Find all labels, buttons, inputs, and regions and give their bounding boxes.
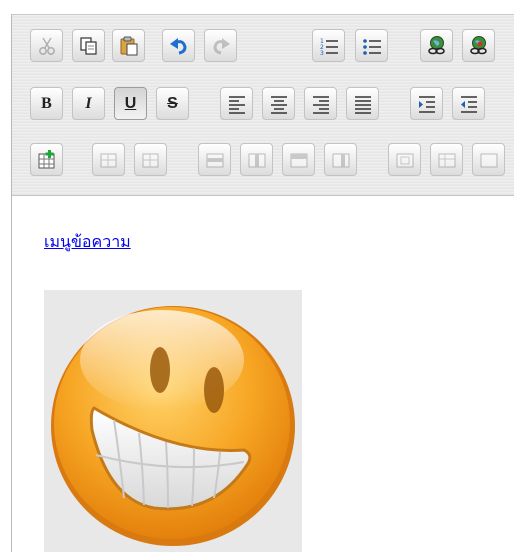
undo-button[interactable] [162, 29, 195, 62]
underline-button[interactable]: U [114, 87, 147, 120]
table-grid-icon [206, 153, 223, 167]
split-cell-button[interactable] [388, 143, 421, 176]
bold-icon: B [41, 94, 52, 112]
paste-button[interactable] [112, 29, 145, 62]
align-left-icon [228, 95, 245, 114]
cut-button[interactable] [30, 29, 63, 62]
align-justify-button[interactable] [346, 87, 379, 120]
table-merge-icon [332, 153, 349, 167]
align-right-button[interactable] [304, 87, 337, 120]
table-row-insert-icon [100, 153, 116, 167]
smiley-image[interactable] [44, 290, 302, 552]
ordered-list-icon: 1 2 3 [320, 38, 338, 57]
unlink-button[interactable] [462, 29, 495, 62]
align-right-icon [312, 95, 329, 114]
insert-row-before-button[interactable] [92, 143, 125, 176]
align-left-button[interactable] [220, 87, 253, 120]
table-cell-icon [396, 153, 413, 167]
align-center-button[interactable] [262, 87, 295, 120]
merge-cells-button[interactable] [324, 143, 357, 176]
undo-icon [169, 37, 187, 54]
scissors-icon [38, 37, 55, 55]
align-justify-icon [354, 95, 371, 114]
indent-button[interactable] [410, 87, 443, 120]
insert-column-button[interactable] [240, 143, 273, 176]
bold-button[interactable]: B [30, 87, 63, 120]
menu-text-link[interactable]: เมนูข้อความ [44, 230, 131, 255]
globe-link-icon [427, 35, 445, 54]
ordered-list-button[interactable]: 1 2 3 [312, 29, 345, 62]
italic-button[interactable]: I [72, 87, 105, 120]
unordered-list-button[interactable] [355, 29, 388, 62]
strikethrough-icon: S [167, 94, 178, 112]
redo-button[interactable] [204, 29, 237, 62]
delete-column-button[interactable] [282, 143, 315, 176]
table-row-highlight-icon [290, 153, 307, 167]
copy-icon [79, 36, 97, 55]
outdent-icon [460, 95, 477, 113]
underline-icon: U [124, 94, 137, 112]
table-row-append-icon [142, 153, 158, 167]
unordered-list-icon [362, 38, 381, 55]
indent-icon [418, 95, 435, 113]
table-row-props-icon [480, 153, 497, 167]
table-column-icon [248, 153, 265, 167]
insert-row-after-button[interactable] [134, 143, 167, 176]
cell-properties-button[interactable] [430, 143, 463, 176]
italic-icon: I [85, 94, 92, 112]
strikethrough-button[interactable]: S [156, 87, 189, 120]
table-add-icon [38, 149, 54, 168]
grinning-smiley-icon [51, 306, 295, 546]
copy-button[interactable] [72, 29, 105, 62]
align-center-icon [270, 95, 287, 114]
svg-text:3: 3 [320, 50, 324, 57]
clipboard-icon [120, 36, 137, 55]
rich-text-editor: 1 2 3 B I U S เมนูข้อความ [11, 14, 514, 552]
outdent-button[interactable] [452, 87, 485, 120]
insert-link-button[interactable] [420, 29, 453, 62]
redo-icon [212, 37, 230, 54]
table-props-icon [438, 153, 455, 167]
row-properties-button[interactable] [472, 143, 505, 176]
editor-toolbar: 1 2 3 B I U S [12, 15, 514, 196]
globe-unlink-icon [469, 35, 487, 54]
insert-table-button[interactable] [30, 143, 63, 176]
editor-content-area[interactable]: เมนูข้อความ [12, 196, 514, 552]
delete-row-button[interactable] [198, 143, 231, 176]
